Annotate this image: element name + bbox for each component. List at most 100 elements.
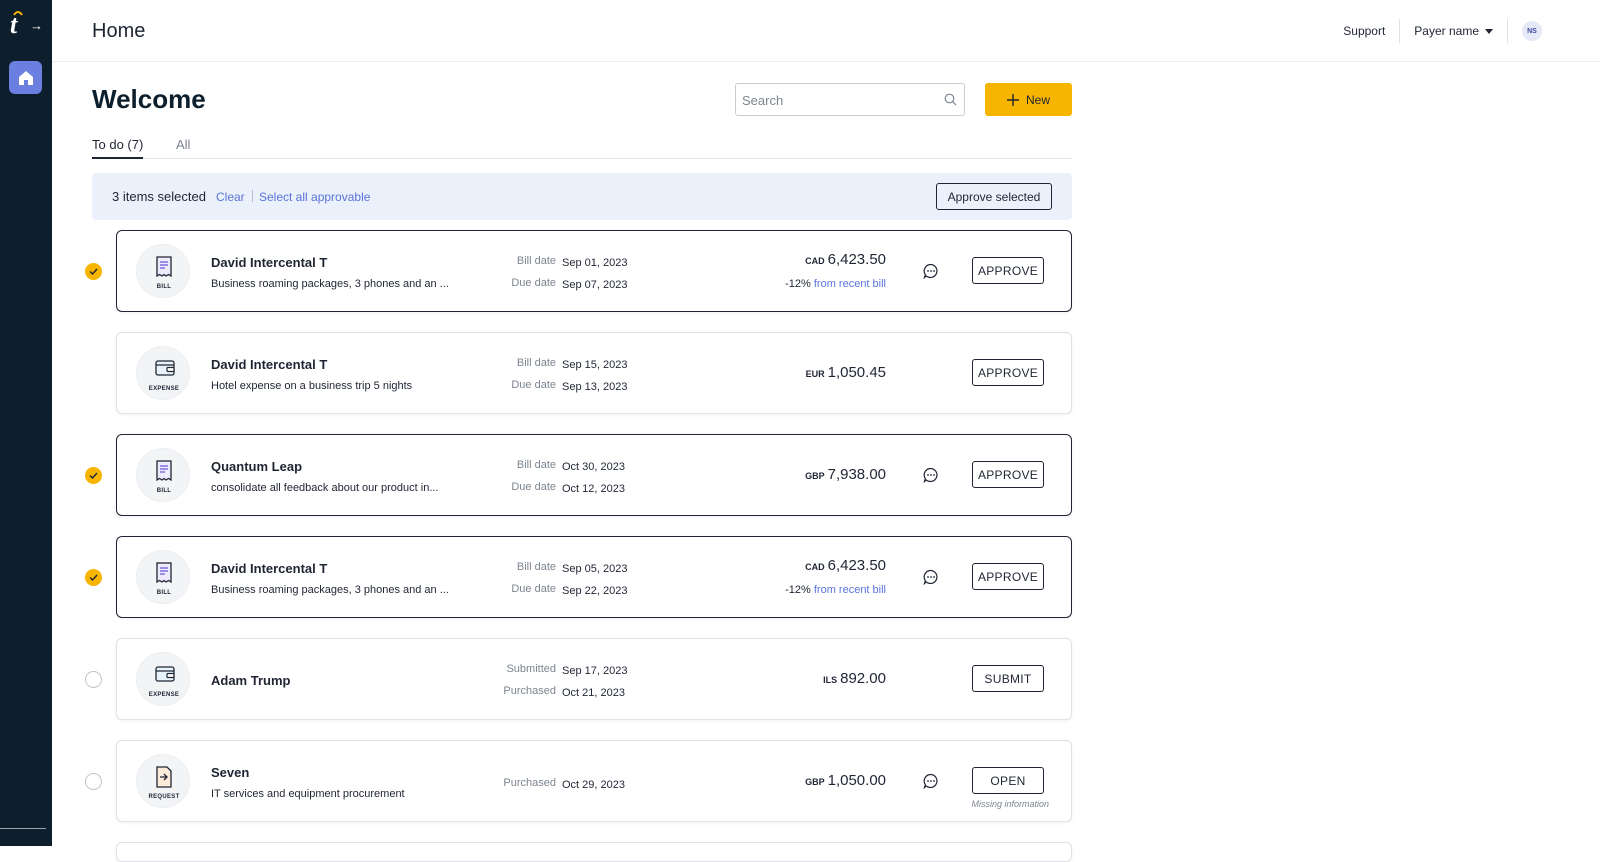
sidebar-item-home[interactable] [9, 61, 42, 94]
date-value: Sep 22, 2023 [562, 585, 628, 597]
tab-todo[interactable]: To do (7) [92, 137, 144, 159]
currency: GBP [805, 777, 825, 787]
amount: CAD 6,423.50 [805, 251, 886, 268]
open-button[interactable]: OPEN [972, 767, 1044, 794]
sidebar: t → [0, 0, 52, 846]
approve-button[interactable]: APPROVE [972, 461, 1044, 488]
date-value: Sep 01, 2023 [562, 257, 628, 269]
date-value: Sep 15, 2023 [562, 359, 628, 371]
amount: GBP 1,050.00 [805, 772, 886, 789]
change-from-recent: -12% from recent bill [785, 278, 886, 290]
row-checkbox[interactable] [85, 467, 102, 484]
date-value: Oct 30, 2023 [562, 461, 625, 473]
item-type-label: EXPENSE [148, 386, 180, 392]
item-type-badge: EXPENSE [136, 346, 190, 400]
logo-arc-icon [13, 11, 23, 16]
date-label: Bill date [516, 561, 556, 573]
expand-arrow-icon[interactable]: → [30, 18, 43, 33]
item-type-label: BILL [156, 284, 172, 290]
change-from-recent: -12% from recent bill [785, 584, 886, 596]
bill-icon [156, 256, 172, 278]
currency: GBP [805, 471, 825, 481]
home-icon [18, 70, 33, 85]
item-type-label: BILL [156, 590, 172, 596]
row-checkbox[interactable] [85, 773, 102, 790]
search-icon [944, 93, 957, 106]
list-item[interactable]: EXPENSE Adam Trump Submitted Sep 17, 202… [116, 638, 1072, 720]
item-type-badge: EXPENSE [136, 652, 190, 706]
date-label: Purchased [503, 777, 556, 789]
change-percent: -12% [785, 584, 811, 596]
new-button-label: New [1025, 92, 1050, 107]
date-label: Bill date [516, 255, 556, 267]
approve-button[interactable]: APPROVE [972, 359, 1044, 386]
support-link[interactable]: Support [1343, 19, 1401, 43]
item-description: consolidate all feedback about our produ… [211, 482, 439, 494]
row-checkbox[interactable] [85, 671, 102, 688]
top-bar: Home Support Payer name NS [52, 0, 1600, 62]
list-item[interactable]: EXPENSE David Intercental T Hotel expens… [116, 332, 1072, 414]
approve-button[interactable]: APPROVE [972, 257, 1044, 284]
list-item[interactable]: BILL Quantum Leap consolidate all feedba… [116, 434, 1072, 516]
caret-down-icon [1485, 28, 1493, 34]
date-label: Due date [511, 481, 556, 493]
comment-icon[interactable] [923, 467, 939, 483]
recent-bill-link[interactable]: from recent bill [814, 278, 886, 290]
divider [252, 190, 253, 202]
item-name: David Intercental T [211, 357, 328, 372]
tab-bar: To do (7) All [92, 132, 1072, 159]
currency: ILS [823, 675, 838, 685]
approve-button[interactable]: APPROVE [972, 563, 1044, 590]
item-description: IT services and equipment procurement [211, 788, 405, 800]
recent-bill-link[interactable]: from recent bill [814, 584, 886, 596]
item-name: David Intercental T [211, 255, 328, 270]
payer-dropdown[interactable]: Payer name [1400, 19, 1508, 43]
amount-value: 7,938.00 [827, 466, 886, 483]
search-box[interactable] [735, 83, 965, 116]
item-type-label: BILL [156, 488, 172, 494]
date-label: Purchased [503, 685, 556, 697]
sidebar-divider [0, 828, 46, 829]
item-name: Adam Trump [211, 673, 291, 688]
date-value: Sep 05, 2023 [562, 563, 628, 575]
date-value: Sep 17, 2023 [562, 665, 628, 677]
request-icon [156, 766, 172, 788]
amount-value: 1,050.45 [827, 364, 886, 381]
list-item[interactable] [116, 842, 1072, 862]
row-checkbox[interactable] [85, 263, 102, 280]
selection-bar: 3 items selected Clear Select all approv… [92, 173, 1072, 220]
avatar[interactable]: NS [1522, 21, 1542, 41]
payer-name: Payer name [1414, 24, 1479, 38]
comment-icon[interactable] [923, 263, 939, 279]
comment-icon[interactable] [923, 569, 939, 585]
list-item[interactable]: BILL David Intercental T Business roamin… [116, 536, 1072, 618]
selected-count: 3 items selected [112, 189, 206, 204]
plus-icon [1006, 93, 1019, 106]
submit-button[interactable]: SUBMIT [972, 665, 1044, 692]
comment-icon[interactable] [923, 773, 939, 789]
list-item[interactable]: BILL David Intercental T Business roamin… [116, 230, 1072, 312]
item-description: Business roaming packages, 3 phones and … [211, 278, 449, 290]
tab-all[interactable]: All [176, 137, 190, 159]
date-label: Due date [511, 379, 556, 391]
clear-selection-link[interactable]: Clear [216, 190, 245, 204]
select-all-approvable-link[interactable]: Select all approvable [259, 190, 370, 204]
check-icon [89, 472, 98, 479]
item-description: Business roaming packages, 3 phones and … [211, 584, 449, 596]
approve-selected-button[interactable]: Approve selected [936, 183, 1052, 210]
app-logo[interactable]: t → [8, 10, 44, 40]
amount: CAD 6,423.50 [805, 557, 886, 574]
row-checkbox[interactable] [85, 569, 102, 586]
currency: EUR [805, 369, 825, 379]
item-name: Seven [211, 765, 250, 780]
new-button[interactable]: New [985, 83, 1072, 116]
search-input[interactable] [742, 90, 932, 110]
date-value: Oct 21, 2023 [562, 687, 625, 699]
currency: CAD [805, 256, 825, 266]
date-label: Bill date [516, 459, 556, 471]
amount: ILS 892.00 [823, 670, 886, 687]
amount-value: 6,423.50 [827, 251, 886, 268]
list-item[interactable]: REQUEST Seven IT services and equipment … [116, 740, 1072, 822]
date-label: Due date [511, 583, 556, 595]
amount: EUR 1,050.45 [806, 364, 886, 381]
